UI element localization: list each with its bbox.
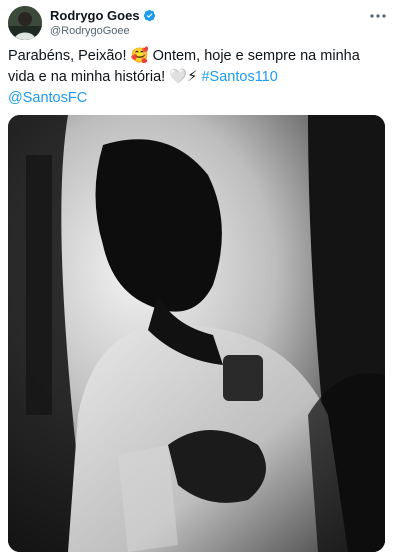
author-names: Rodrygo Goes @RodrygoGoee [50, 8, 156, 37]
tweet-photo[interactable] [8, 115, 385, 552]
smiling-face-hearts-emoji: 🥰 [130, 48, 149, 64]
more-options-icon[interactable] [368, 8, 388, 24]
author-avatar[interactable] [8, 6, 42, 40]
tweet-card: Rodrygo Goes @RodrygoGoee Parabéns, Peix… [0, 0, 400, 557]
mention-link[interactable]: @SantosFC [8, 90, 87, 106]
verified-badge-icon [143, 9, 156, 22]
author-handle[interactable]: @RodrygoGoee [50, 25, 156, 37]
author-display-name[interactable]: Rodrygo Goes [50, 8, 140, 23]
white-heart-lightning-emoji: 🤍⚡ [169, 69, 198, 85]
tweet-text: Parabéns, Peixão! 🥰 Ontem, hoje e sempre… [8, 46, 388, 109]
tweet-header: Rodrygo Goes @RodrygoGoee [8, 6, 392, 42]
tweet-text-part-1: Parabéns, Peixão! [8, 48, 131, 64]
hashtag-link[interactable]: #Santos110 [201, 69, 277, 85]
